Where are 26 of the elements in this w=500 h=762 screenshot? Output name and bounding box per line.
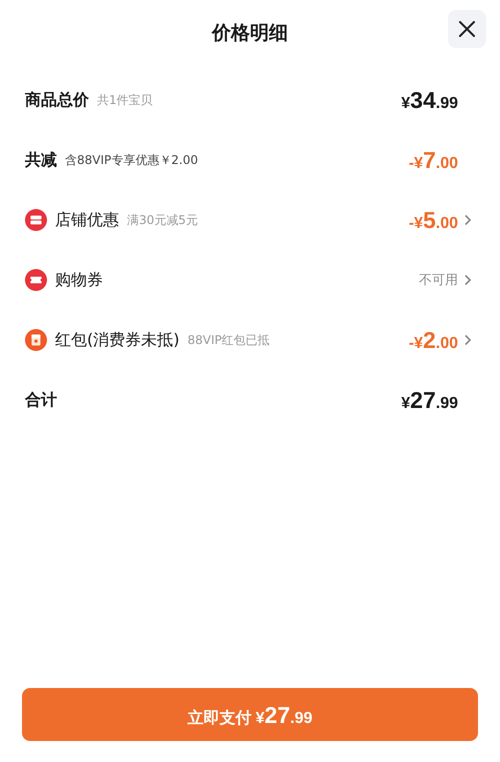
price-amount: -¥7.00 bbox=[408, 146, 458, 174]
chevron-right-icon[interactable] bbox=[464, 334, 472, 346]
price-amount: -¥2.00 bbox=[408, 326, 458, 354]
row-label: 合计 bbox=[25, 390, 57, 410]
row-label: 红包(消费券未抵) bbox=[55, 330, 180, 350]
row-label: 共减 bbox=[25, 150, 57, 170]
row-note: 满30元减5元 bbox=[127, 212, 198, 228]
row-note: 88VIP红包已抵 bbox=[187, 332, 270, 348]
ticket-icon bbox=[25, 269, 47, 291]
chevron-right-icon[interactable] bbox=[464, 274, 472, 286]
row-note: 含88VIP专享优惠￥2.00 bbox=[65, 152, 198, 168]
chevron-right-icon[interactable] bbox=[464, 214, 472, 226]
sheet-title: 价格明细 bbox=[212, 21, 288, 46]
pay-button[interactable]: 立即支付 ¥27.99 bbox=[22, 688, 478, 741]
row-label: 购物券 bbox=[55, 270, 103, 290]
close-button[interactable] bbox=[448, 10, 486, 48]
envelope-icon bbox=[25, 329, 47, 351]
price-amount: ¥34.99 bbox=[401, 86, 458, 114]
status-text: 不可用 bbox=[419, 272, 458, 289]
store-icon bbox=[25, 209, 47, 231]
price-amount: -¥5.00 bbox=[408, 206, 458, 234]
price-amount: ¥27.99 bbox=[401, 386, 458, 414]
row-note: 共1件宝贝 bbox=[97, 92, 153, 108]
row-label: 商品总价 bbox=[25, 90, 89, 110]
row-label: 店铺优惠 bbox=[55, 210, 119, 230]
close-icon bbox=[458, 20, 476, 38]
